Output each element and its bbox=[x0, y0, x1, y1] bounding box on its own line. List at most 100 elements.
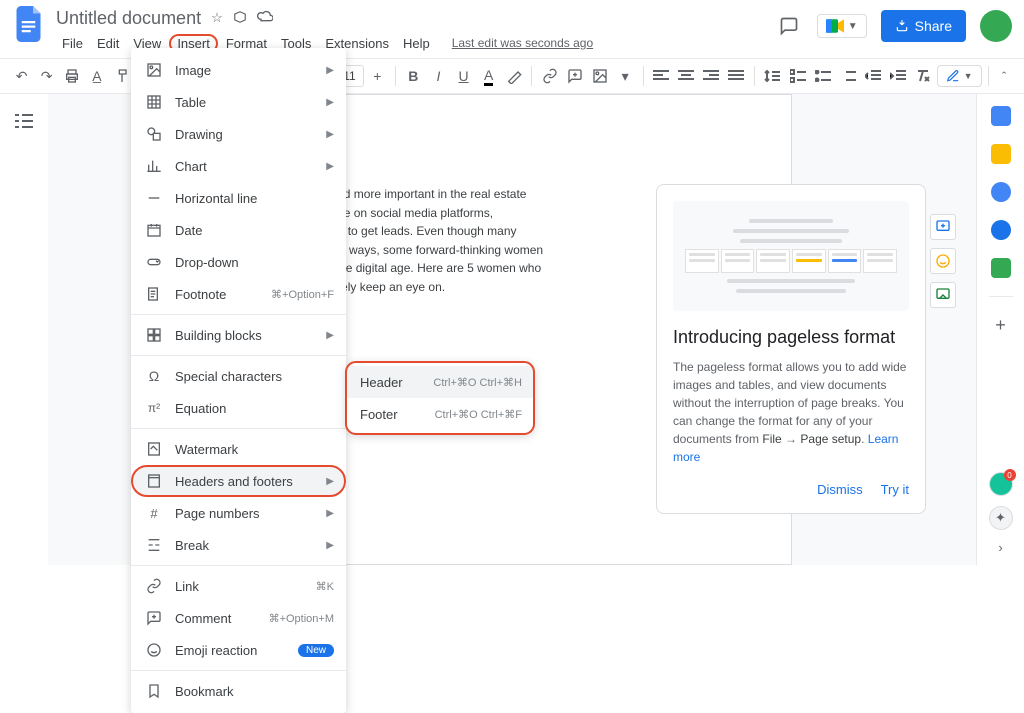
insert-menu-comment[interactable]: Comment⌘+Option+M bbox=[131, 602, 346, 634]
more-button[interactable]: ▾ bbox=[614, 63, 637, 89]
insert-menu-watermark[interactable]: Watermark bbox=[131, 433, 346, 465]
footnote-icon bbox=[145, 285, 163, 303]
share-button[interactable]: Share bbox=[881, 10, 966, 42]
show-outline-button[interactable] bbox=[11, 108, 37, 134]
last-edit-link[interactable]: Last edit was seconds ago bbox=[452, 36, 593, 50]
maps-rail-icon[interactable] bbox=[991, 258, 1011, 278]
highlight-button[interactable] bbox=[502, 63, 525, 89]
line-spacing-button[interactable] bbox=[761, 63, 784, 89]
share-label: Share bbox=[915, 18, 952, 34]
add-comment-margin-button[interactable] bbox=[930, 214, 956, 240]
promo-dismiss-button[interactable]: Dismiss bbox=[817, 482, 863, 497]
text-color-button[interactable]: A bbox=[477, 63, 500, 89]
align-center-button[interactable] bbox=[675, 63, 698, 89]
spellcheck-button[interactable]: A̲ bbox=[85, 63, 108, 89]
promo-try-button[interactable]: Try it bbox=[881, 482, 909, 497]
insert-menu-equation[interactable]: π²Equation bbox=[131, 392, 346, 424]
checklist-button[interactable] bbox=[786, 63, 809, 89]
decrease-indent-button[interactable] bbox=[861, 63, 884, 89]
menu-item-shortcut: ⌘K bbox=[316, 580, 334, 593]
insert-menu-page-numbers[interactable]: #Page numbers▶ bbox=[131, 497, 346, 529]
equation-icon: π² bbox=[145, 399, 163, 417]
contacts-rail-icon[interactable] bbox=[991, 220, 1011, 240]
bookmark-icon bbox=[145, 682, 163, 700]
insert-menu-chart[interactable]: Chart▶ bbox=[131, 150, 346, 182]
align-left-button[interactable] bbox=[650, 63, 673, 89]
add-comment-button[interactable] bbox=[563, 63, 586, 89]
special-icon: Ω bbox=[145, 367, 163, 385]
menu-item-label: Comment bbox=[175, 611, 257, 626]
insert-menu-building-blocks[interactable]: Building blocks▶ bbox=[131, 319, 346, 351]
move-icon[interactable] bbox=[233, 10, 247, 26]
menu-item-label: Drawing bbox=[175, 127, 314, 142]
bulleted-list-button[interactable] bbox=[811, 63, 834, 89]
increase-indent-button[interactable] bbox=[886, 63, 909, 89]
document-title[interactable]: Untitled document bbox=[56, 8, 201, 29]
insert-menu-headers-and-footers[interactable]: Headers and footers▶ bbox=[131, 465, 346, 497]
clear-format-button[interactable] bbox=[912, 63, 935, 89]
hr-icon bbox=[145, 189, 163, 207]
watermark-icon bbox=[145, 440, 163, 458]
explore-button[interactable]: ✦ bbox=[989, 506, 1013, 530]
menu-item-label: Special characters bbox=[175, 369, 334, 384]
menu-item-label: Footnote bbox=[175, 287, 259, 302]
insert-menu-emoji-reaction[interactable]: Emoji reactionNew bbox=[131, 634, 346, 666]
cloud-status-icon[interactable] bbox=[257, 10, 273, 26]
menu-item-shortcut: ⌘+Option+F bbox=[271, 288, 334, 301]
hide-menus-button[interactable]: ˆ bbox=[994, 69, 1014, 84]
menu-item-label: Image bbox=[175, 63, 314, 78]
insert-image-button[interactable] bbox=[588, 63, 611, 89]
insert-menu-drawing[interactable]: Drawing ▶ bbox=[131, 118, 346, 150]
insert-menu-special-characters[interactable]: Ω Special characters bbox=[131, 360, 346, 392]
insert-menu-table[interactable]: Table▶ bbox=[131, 86, 346, 118]
insert-menu-drop-down[interactable]: Drop-down bbox=[131, 246, 346, 278]
add-on-button[interactable]: + bbox=[995, 315, 1006, 336]
menu-item-label: Watermark bbox=[175, 442, 334, 457]
date-icon bbox=[145, 221, 163, 239]
menu-item-label: Emoji reaction bbox=[175, 643, 286, 658]
promo-illustration bbox=[673, 201, 909, 311]
submenu-arrow-icon: ▶ bbox=[326, 161, 334, 172]
insert-menu-link[interactable]: Link⌘K bbox=[131, 570, 346, 602]
hide-side-panel-button[interactable]: › bbox=[998, 540, 1002, 555]
underline-button[interactable]: U bbox=[452, 63, 475, 89]
align-right-button[interactable] bbox=[700, 63, 723, 89]
bold-button[interactable]: B bbox=[402, 63, 425, 89]
headers-icon bbox=[145, 472, 163, 490]
insert-menu-bookmark[interactable]: Bookmark bbox=[131, 675, 346, 707]
drawing-icon bbox=[145, 125, 163, 143]
insert-menu-date[interactable]: Date bbox=[131, 214, 346, 246]
insert-menu-image[interactable]: Image▶ bbox=[131, 54, 346, 86]
align-justify-button[interactable] bbox=[725, 63, 748, 89]
font-size-increase[interactable]: + bbox=[366, 63, 389, 89]
print-button[interactable] bbox=[60, 63, 83, 89]
grammarly-badge-icon[interactable]: 0 bbox=[989, 472, 1013, 496]
pageless-promo-card: Introducing pageless format The pageless… bbox=[656, 184, 926, 514]
italic-button[interactable]: I bbox=[427, 63, 450, 89]
editing-mode-button[interactable]: ▼ bbox=[937, 65, 982, 87]
submenu-header[interactable]: HeaderCtrl+⌘O Ctrl+⌘H bbox=[346, 366, 534, 398]
account-avatar[interactable] bbox=[980, 10, 1012, 42]
submenu-footer[interactable]: FooterCtrl+⌘O Ctrl+⌘F bbox=[346, 398, 534, 430]
insert-link-button[interactable] bbox=[538, 63, 561, 89]
star-icon[interactable]: ☆ bbox=[211, 10, 223, 26]
insert-menu-footnote[interactable]: Footnote ⌘+Option+F bbox=[131, 278, 346, 310]
redo-button[interactable]: ↷ bbox=[35, 63, 58, 89]
undo-button[interactable]: ↶ bbox=[10, 63, 33, 89]
numbered-list-button[interactable] bbox=[836, 63, 859, 89]
docs-logo[interactable] bbox=[12, 6, 48, 42]
pagenum-icon: # bbox=[145, 504, 163, 522]
keep-rail-icon[interactable] bbox=[991, 144, 1011, 164]
meet-button[interactable]: ▼ bbox=[817, 14, 867, 38]
menu-file[interactable]: File bbox=[56, 34, 89, 53]
submenu-arrow-icon: ▶ bbox=[326, 129, 334, 140]
open-comments-icon[interactable] bbox=[775, 12, 803, 40]
calendar-rail-icon[interactable] bbox=[991, 106, 1011, 126]
menu-help[interactable]: Help bbox=[397, 34, 436, 53]
insert-menu-break[interactable]: Break▶ bbox=[131, 529, 346, 561]
menu-edit[interactable]: Edit bbox=[91, 34, 125, 53]
suggest-edits-margin-button[interactable] bbox=[930, 282, 956, 308]
tasks-rail-icon[interactable] bbox=[991, 182, 1011, 202]
insert-menu-horizontal-line[interactable]: Horizontal line bbox=[131, 182, 346, 214]
emoji-reaction-margin-button[interactable] bbox=[930, 248, 956, 274]
